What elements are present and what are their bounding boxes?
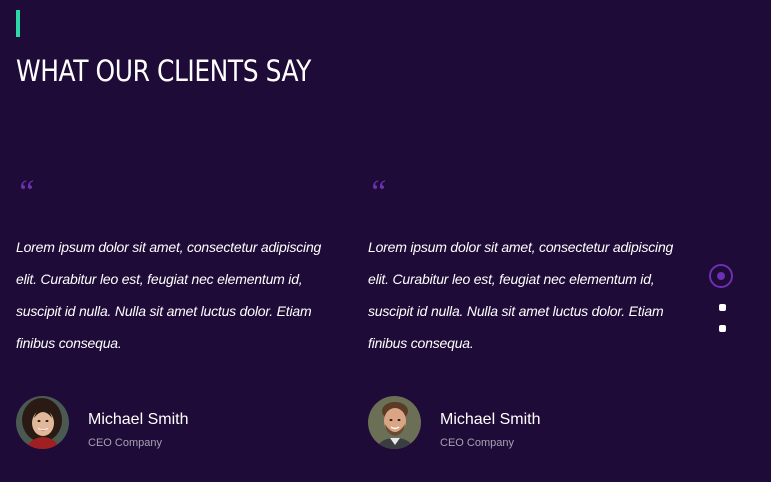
- author-name: Michael Smith: [440, 411, 541, 428]
- avatar-woman: [16, 396, 69, 449]
- section-title: WHAT OUR CLIENTS SAY: [16, 54, 311, 88]
- pagination-dot-3[interactable]: [719, 325, 726, 332]
- avatar-man: [368, 396, 421, 449]
- quote-icon: “: [368, 174, 387, 211]
- testimonial-author: Michael Smith CEO Company: [16, 396, 346, 450]
- accent-bar: [16, 10, 20, 37]
- carousel-pagination: [709, 264, 737, 344]
- pagination-dot-active[interactable]: [709, 264, 733, 288]
- testimonial-author: Michael Smith CEO Company: [368, 396, 698, 450]
- pagination-dot-2[interactable]: [719, 304, 726, 311]
- author-role: CEO Company: [440, 437, 514, 449]
- testimonial-text: Lorem ipsum dolor sit amet, consectetur …: [368, 239, 674, 351]
- testimonial-text: Lorem ipsum dolor sit amet, consectetur …: [16, 239, 322, 351]
- testimonials-section: WHAT OUR CLIENTS SAY “ Lorem ipsum dolor…: [0, 0, 771, 482]
- author-name: Michael Smith: [88, 411, 189, 428]
- quote-icon: “: [16, 174, 35, 211]
- author-role: CEO Company: [88, 437, 162, 449]
